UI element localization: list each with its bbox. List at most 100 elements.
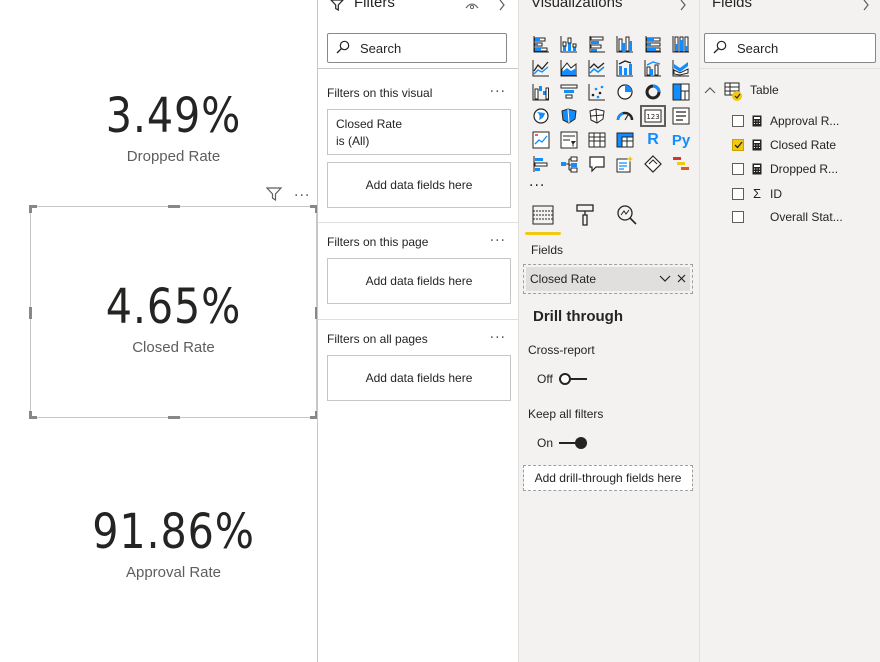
decomposition-tree-icon[interactable] <box>555 152 583 176</box>
treemap-icon[interactable] <box>667 80 695 104</box>
gantt-custom-visual-icon[interactable] <box>667 152 695 176</box>
waterfall-chart-icon[interactable] <box>527 80 555 104</box>
report-canvas: 3.49% Dropped Rate ··· 4.65% Closed Rate… <box>0 0 318 662</box>
sigma-icon: Σ <box>752 186 762 201</box>
matrix-icon[interactable] <box>611 128 639 152</box>
visualizations-title: Visualizations <box>531 0 623 11</box>
field-checkbox-checked[interactable] <box>732 139 744 151</box>
tab-fields[interactable] <box>525 203 561 235</box>
page-filters-drop-zone[interactable]: Add data fields here <box>327 258 511 304</box>
100-percent-bar-chart-icon[interactable] <box>639 32 667 56</box>
field-checkbox[interactable] <box>732 211 744 223</box>
more-visuals-icon[interactable]: ... <box>529 174 545 190</box>
fields-well[interactable]: Closed Rate <box>523 264 693 294</box>
table-node[interactable]: Table <box>704 82 779 101</box>
qna-icon[interactable] <box>583 152 611 176</box>
more-options-icon[interactable]: ··· <box>294 188 310 204</box>
more-options-icon[interactable]: ··· <box>490 84 506 100</box>
eye-icon[interactable] <box>465 0 479 15</box>
stacked-area-chart-icon[interactable] <box>583 56 611 80</box>
keep-all-filters-toggle[interactable]: On <box>537 436 588 450</box>
filters-on-all-pages-label: Filters on all pages <box>327 332 428 346</box>
field-checkbox[interactable] <box>732 163 744 175</box>
pie-chart-icon[interactable] <box>611 80 639 104</box>
paginated-report-icon[interactable] <box>639 152 667 176</box>
tab-analytics[interactable] <box>613 203 641 231</box>
shape-map-icon[interactable] <box>583 104 611 128</box>
table-name: Table <box>750 83 779 97</box>
resize-handle[interactable] <box>168 205 180 208</box>
resize-handle[interactable] <box>29 411 37 419</box>
close-icon[interactable] <box>677 272 686 286</box>
tab-format[interactable] <box>571 203 599 231</box>
field-pill-closed-rate[interactable]: Closed Rate <box>526 267 690 291</box>
line-chart-icon[interactable] <box>527 56 555 80</box>
search-icon <box>713 40 727 57</box>
field-item-approval-rate[interactable]: Approval R... <box>732 114 839 128</box>
filter-condition: is (All) <box>336 134 370 148</box>
collapse-pane-icon[interactable] <box>498 0 506 15</box>
visual-filters-drop-zone[interactable]: Add data fields here <box>327 162 511 208</box>
card-visual-closed-rate[interactable]: 4.65% Closed Rate <box>29 205 318 419</box>
chevron-up-icon[interactable] <box>704 83 716 97</box>
table-icon[interactable] <box>583 128 611 152</box>
line-and-clustered-column-icon[interactable] <box>639 56 667 80</box>
field-item-closed-rate[interactable]: Closed Rate <box>732 138 836 152</box>
more-options-icon[interactable]: ··· <box>490 233 506 249</box>
fields-search-input[interactable]: Search <box>704 33 876 63</box>
toggle-state: On <box>537 436 554 450</box>
field-checkbox[interactable] <box>732 187 744 200</box>
filters-title: Filters <box>354 0 395 11</box>
field-item-overall-status[interactable]: Overall Stat... <box>732 210 843 224</box>
filter-icon <box>330 0 344 15</box>
toggle-switch[interactable] <box>558 373 587 385</box>
card-visual-approval-rate[interactable]: 91.86% Approval Rate <box>30 504 317 581</box>
donut-chart-icon[interactable] <box>639 80 667 104</box>
scatter-chart-icon[interactable] <box>583 80 611 104</box>
card-icon[interactable]: 123 <box>639 104 667 128</box>
ribbon-chart-icon[interactable] <box>667 56 695 80</box>
collapse-pane-icon[interactable] <box>862 0 870 15</box>
divider <box>318 222 518 223</box>
area-chart-icon[interactable] <box>555 56 583 80</box>
filter-icon[interactable] <box>265 186 283 205</box>
drop-zone-label: Add data fields here <box>365 178 473 192</box>
key-influencers-icon[interactable] <box>527 152 555 176</box>
keep-all-filters-label: Keep all filters <box>528 407 604 421</box>
stacked-column-chart-icon[interactable] <box>555 32 583 56</box>
field-item-dropped-rate[interactable]: Dropped R... <box>732 162 838 176</box>
svg-text:123: 123 <box>646 113 659 121</box>
multi-row-card-icon[interactable] <box>667 104 695 128</box>
collapse-pane-icon[interactable] <box>679 0 687 15</box>
filters-search-input[interactable]: Search <box>327 33 507 63</box>
drill-through-title: Drill through <box>533 308 623 325</box>
clustered-column-chart-icon[interactable] <box>611 32 639 56</box>
field-item-id[interactable]: Σ ID <box>732 186 782 201</box>
kpi-icon[interactable] <box>527 128 555 152</box>
funnel-chart-icon[interactable] <box>555 80 583 104</box>
resize-handle[interactable] <box>29 307 32 319</box>
card-visual-dropped-rate[interactable]: 3.49% Dropped Rate <box>30 88 317 165</box>
more-options-icon[interactable]: ··· <box>490 330 506 346</box>
100-percent-column-chart-icon[interactable] <box>667 32 695 56</box>
slicer-icon[interactable] <box>555 128 583 152</box>
clustered-bar-chart-icon[interactable] <box>583 32 611 56</box>
filter-card-closed-rate[interactable]: Closed Rate is (All) <box>327 109 511 155</box>
field-name: Overall Stat... <box>770 210 843 224</box>
toggle-switch[interactable] <box>559 437 588 449</box>
filled-map-icon[interactable] <box>555 104 583 128</box>
map-icon[interactable] <box>527 104 555 128</box>
gauge-icon[interactable] <box>611 104 639 128</box>
stacked-bar-chart-icon[interactable] <box>527 32 555 56</box>
drill-through-drop-zone[interactable]: Add drill-through fields here <box>523 465 693 491</box>
smart-narrative-icon[interactable] <box>611 152 639 176</box>
cross-report-toggle[interactable]: Off <box>537 372 587 386</box>
chevron-down-icon[interactable] <box>659 272 671 286</box>
field-checkbox[interactable] <box>732 115 744 127</box>
resize-handle[interactable] <box>168 416 180 419</box>
resize-handle[interactable] <box>29 205 37 213</box>
python-visual-icon[interactable]: Py <box>667 128 695 152</box>
r-script-visual-icon[interactable]: R <box>639 128 667 152</box>
line-and-stacked-column-icon[interactable] <box>611 56 639 80</box>
all-pages-filters-drop-zone[interactable]: Add data fields here <box>327 355 511 401</box>
